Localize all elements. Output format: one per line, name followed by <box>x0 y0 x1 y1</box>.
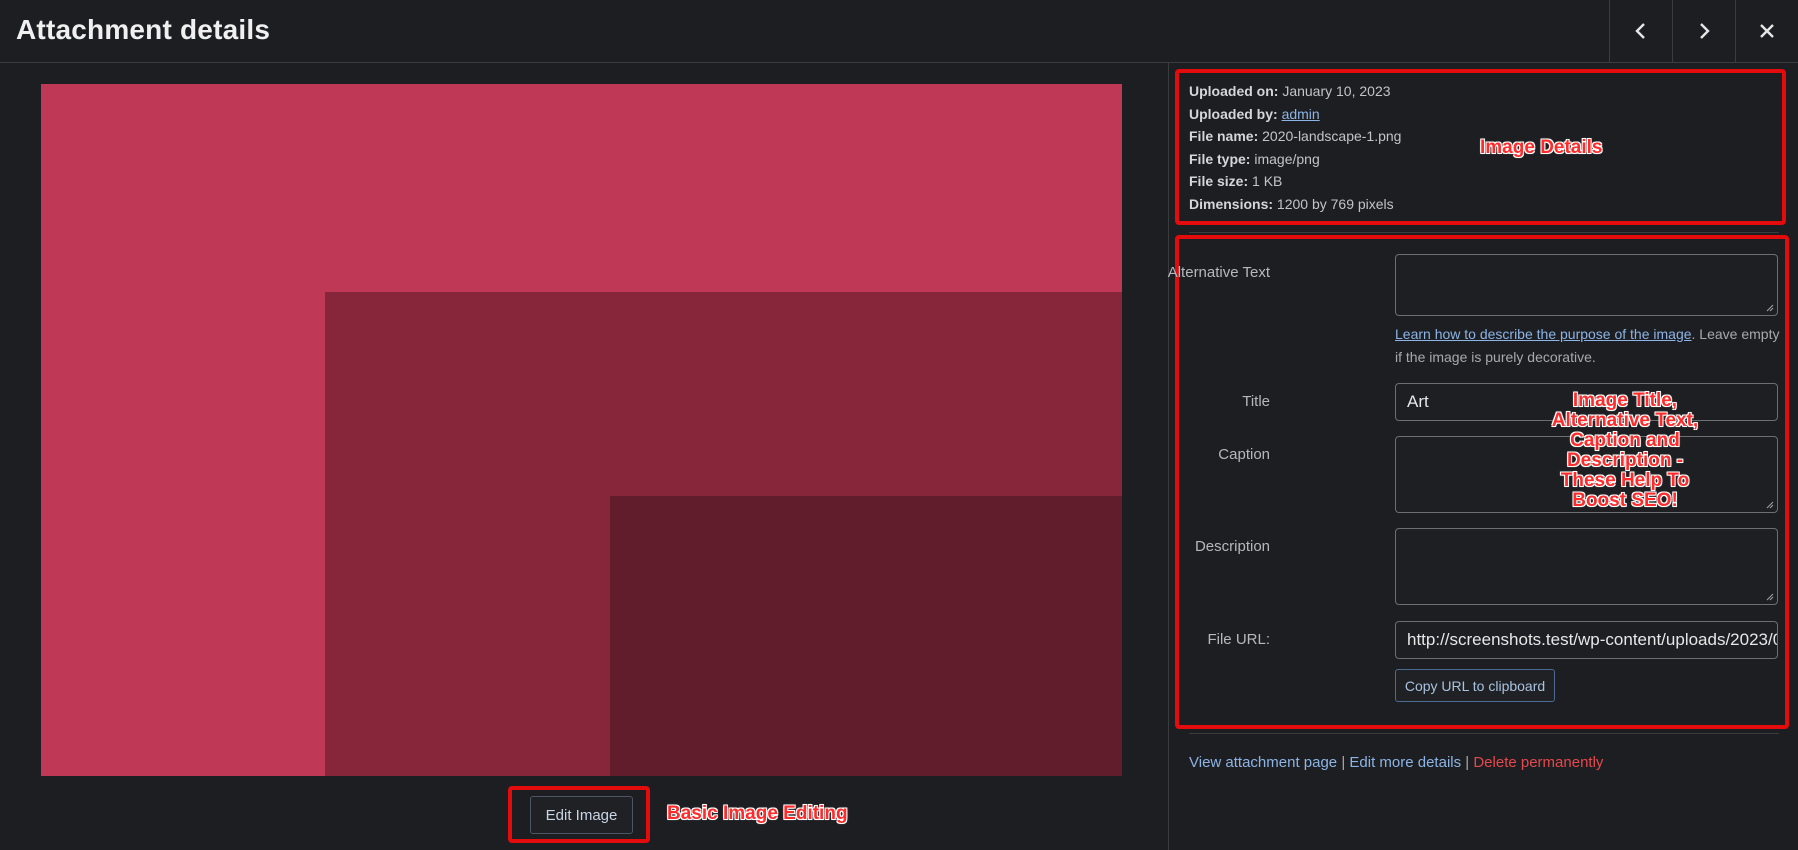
description-field[interactable] <box>1395 528 1778 605</box>
alt-text-field[interactable] <box>1395 254 1778 316</box>
alt-text-label: Alternative Text <box>1167 264 1270 281</box>
annotation-image-details: Image Details <box>1480 137 1603 158</box>
close-button[interactable] <box>1735 0 1798 62</box>
alt-text-help-link[interactable]: Learn how to describe the purpose of the… <box>1395 326 1692 342</box>
annotation-seo-note-line: Description - <box>1566 450 1684 471</box>
delete-permanently-link[interactable]: Delete permanently <box>1473 754 1603 771</box>
file-url-label: File URL: <box>1207 631 1270 648</box>
caption-label: Caption <box>1218 446 1270 463</box>
annotation-seo-note-line: Alternative Text, <box>1551 410 1699 431</box>
file-name-row: File name: 2020-landscape-1.png <box>1189 128 1402 144</box>
attachment-image <box>41 84 1122 776</box>
page-title: Attachment details <box>16 14 271 45</box>
uploaded-on-row: Uploaded on: January 10, 2023 <box>1189 83 1391 99</box>
file-type-row: File type: image/png <box>1189 150 1320 167</box>
image-preview-pane: Edit Image Basic Image Editing <box>0 63 1168 850</box>
chevron-right-icon <box>1700 23 1710 39</box>
annotation-seo-note-line: Boost SEO! <box>1572 490 1678 511</box>
resize-grip-icon[interactable] <box>1766 593 1774 601</box>
image-block-inner <box>610 496 1122 776</box>
file-url-field[interactable]: http://screenshots.test/wp-content/uploa… <box>1395 621 1778 659</box>
uploaded-by-link[interactable]: admin <box>1282 106 1320 122</box>
view-attachment-link[interactable]: View attachment page <box>1189 754 1337 771</box>
annotation-seo-note-line: Caption and <box>1570 430 1680 451</box>
title-label: Title <box>1242 393 1270 410</box>
edit-image-button[interactable]: Edit Image <box>530 796 633 834</box>
alt-text-help: Learn how to describe the purpose of the… <box>1395 326 1780 365</box>
previous-button[interactable] <box>1609 0 1672 62</box>
modal-header: Attachment details <box>0 0 1798 63</box>
close-icon <box>1760 24 1774 38</box>
footer-actions: View attachment page | Edit more details… <box>1189 754 1604 771</box>
dimensions-row: Dimensions: 1200 by 769 pixels <box>1189 195 1394 212</box>
resize-grip-icon[interactable] <box>1766 501 1774 509</box>
file-details: Uploaded on: January 10, 2023 Uploaded b… <box>1189 80 1401 215</box>
details-divider <box>1189 232 1779 233</box>
next-button[interactable] <box>1672 0 1735 62</box>
annotation-seo-note-line: These Help To <box>1560 470 1690 491</box>
resize-grip-icon[interactable] <box>1766 304 1774 312</box>
annotation-seo-note: Image Title, Alternative Text, Caption and… <box>1525 391 1725 511</box>
footer-divider <box>1189 733 1779 734</box>
chevron-left-icon <box>1635 23 1645 39</box>
description-label: Description <box>1194 538 1270 555</box>
annotation-basic-editing: Basic Image Editing <box>667 803 848 824</box>
uploaded-by-row: Uploaded by: admin <box>1189 105 1320 122</box>
edit-more-details-link[interactable]: Edit more details <box>1349 754 1461 771</box>
copy-url-button[interactable]: Copy URL to clipboard <box>1395 669 1555 702</box>
file-size-row: File size: 1 KB <box>1189 173 1283 189</box>
annotation-seo-note-line: Image Title, <box>1572 390 1678 411</box>
